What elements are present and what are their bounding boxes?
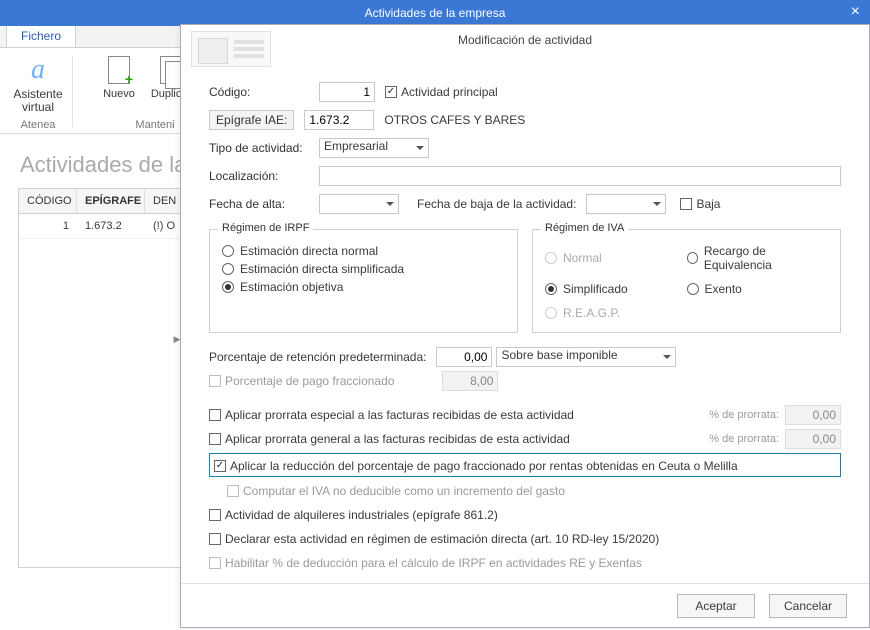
irpf-edn-radio[interactable]: Estimación directa normal xyxy=(222,244,505,258)
pct-prorrata-esp-field xyxy=(785,405,841,425)
baja-checkbox[interactable]: Baja xyxy=(680,197,720,211)
iva-simplificado-radio[interactable]: Simplificado xyxy=(545,282,687,296)
porc-pago-frac-checkbox: Porcentaje de pago fraccionado xyxy=(209,374,394,388)
habilitar-deduc-checkbox: Habilitar % de deducción para el cálculo… xyxy=(209,556,642,570)
porc-pago-frac-label: Porcentaje de pago fraccionado xyxy=(225,374,394,388)
fecha-alta-field[interactable] xyxy=(319,194,399,214)
assistant-icon: a xyxy=(22,54,54,86)
ribbon-group-label-atenea: Atenea xyxy=(6,119,70,131)
irpf-eds-radio[interactable]: Estimación directa simplificada xyxy=(222,262,505,276)
irpf-eo-label: Estimación objetiva xyxy=(240,280,343,294)
regimen-irpf-legend: Régimen de IRPF xyxy=(218,222,313,234)
iva-recargo-radio[interactable]: Recargo de Equivalencia xyxy=(687,244,829,272)
irpf-eds-label: Estimación directa simplificada xyxy=(240,262,404,276)
prorrata-especial-checkbox[interactable]: Aplicar prorrata especial a las facturas… xyxy=(209,408,574,422)
iva-reagp-label: R.E.A.G.P. xyxy=(563,306,620,320)
regimen-iva-legend: Régimen de IVA xyxy=(541,222,628,234)
ribbon-group-atenea: a Asistentevirtual Atenea xyxy=(6,50,70,133)
label-tipo: Tipo de actividad: xyxy=(209,141,319,155)
asistente-label-1: Asistente xyxy=(13,87,62,101)
baja-label: Baja xyxy=(696,197,720,211)
pct-prorrata-gen-field xyxy=(785,429,841,449)
regimen-irpf-group: Régimen de IRPF Estimación directa norma… xyxy=(209,229,518,333)
modify-activity-dialog: Modificación de actividad Código: ✓ Acti… xyxy=(180,24,870,628)
ceuta-checkbox[interactable]: ✓ Aplicar la reducción del porcentaje de… xyxy=(214,459,738,473)
irpf-edn-label: Estimación directa normal xyxy=(240,244,378,258)
alquileres-label: Actividad de alquileres industriales (ep… xyxy=(225,508,498,522)
iva-recargo-label: Recargo de Equivalencia xyxy=(704,244,828,272)
label-porc-ret: Porcentaje de retención predeterminada: xyxy=(209,350,426,364)
main-titlebar: Actividades de la empresa × xyxy=(0,0,870,26)
alquileres-checkbox[interactable]: Actividad de alquileres industriales (ep… xyxy=(209,508,498,522)
prorrata-general-checkbox[interactable]: Aplicar prorrata general a las facturas … xyxy=(209,432,570,446)
dialog-title: Modificación de actividad xyxy=(271,33,779,47)
iva-reagp-radio: R.E.A.G.P. xyxy=(545,306,687,320)
cell-epigrafe: 1.673.2 xyxy=(77,214,145,238)
asistente-label-2: virtual xyxy=(22,100,54,114)
iva-no-deducible-checkbox: Computar el IVA no deducible como un inc… xyxy=(227,484,565,498)
ceuta-highlight: ✓ Aplicar la reducción del porcentaje de… xyxy=(209,453,841,477)
epigrafe-button[interactable]: Epígrafe IAE: xyxy=(209,110,294,130)
label-fecha-alta: Fecha de alta: xyxy=(209,197,319,211)
cancelar-button[interactable]: Cancelar xyxy=(769,594,847,618)
prorrata-general-label: Aplicar prorrata general a las facturas … xyxy=(225,432,570,446)
declarar-ed-label: Declarar esta actividad en régimen de es… xyxy=(225,532,659,546)
label-localizacion: Localización: xyxy=(209,169,319,183)
base-select[interactable]: Sobre base imponible xyxy=(496,347,676,367)
label-fecha-baja: Fecha de baja de la actividad: xyxy=(417,197,576,211)
main-title: Actividades de la empresa xyxy=(365,6,506,20)
nuevo-label: Nuevo xyxy=(103,88,135,100)
col-epigrafe[interactable]: EPÍGRAFE xyxy=(77,189,145,213)
ceuta-label: Aplicar la reducción del porcentaje de p… xyxy=(230,459,738,473)
label-codigo: Código: xyxy=(209,85,319,99)
ribbon-separator xyxy=(72,56,73,127)
dialog-footer: Aceptar Cancelar xyxy=(181,583,869,627)
pct-prorrata-label-1: % de prorrata: xyxy=(709,409,779,421)
asistente-virtual-button[interactable]: a Asistentevirtual xyxy=(12,52,64,114)
iva-simplificado-label: Simplificado xyxy=(563,282,628,296)
iva-exento-label: Exento xyxy=(705,282,742,296)
iva-normal-label: Normal xyxy=(563,251,602,265)
tab-fichero[interactable]: Fichero xyxy=(6,24,76,47)
aceptar-button[interactable]: Aceptar xyxy=(677,594,755,618)
epigrafe-field[interactable] xyxy=(304,110,374,130)
iva-normal-radio: Normal xyxy=(545,244,687,272)
tipo-select[interactable]: Empresarial xyxy=(319,138,429,158)
porc-ret-field[interactable] xyxy=(436,347,492,367)
porc-pago-frac-field xyxy=(442,371,498,391)
nuevo-button[interactable]: Nuevo xyxy=(93,52,145,100)
pct-prorrata-label-2: % de prorrata: xyxy=(709,433,779,445)
cell-codigo: 1 xyxy=(19,214,77,238)
codigo-field[interactable] xyxy=(319,82,375,102)
dialog-image-icon xyxy=(191,31,271,67)
actividad-principal-label: Actividad principal xyxy=(401,85,498,99)
iva-no-deducible-label: Computar el IVA no deducible como un inc… xyxy=(243,484,565,498)
new-icon xyxy=(103,54,135,86)
irpf-eo-radio[interactable]: Estimación objetiva xyxy=(222,280,505,294)
actividad-principal-checkbox[interactable]: ✓ Actividad principal xyxy=(385,85,498,99)
fecha-baja-field[interactable] xyxy=(586,194,666,214)
epigrafe-desc: OTROS CAFES Y BARES xyxy=(384,113,525,127)
habilitar-deduc-label: Habilitar % de deducción para el cálculo… xyxy=(225,556,642,570)
regimen-iva-group: Régimen de IVA Normal Recargo de Equival… xyxy=(532,229,841,333)
localizacion-field[interactable] xyxy=(319,166,841,186)
col-codigo[interactable]: CÓDIGO xyxy=(19,189,77,213)
declarar-ed-checkbox[interactable]: Declarar esta actividad en régimen de es… xyxy=(209,532,659,546)
close-icon[interactable]: × xyxy=(851,3,860,21)
prorrata-especial-label: Aplicar prorrata especial a las facturas… xyxy=(225,408,574,422)
iva-exento-radio[interactable]: Exento xyxy=(687,282,829,296)
